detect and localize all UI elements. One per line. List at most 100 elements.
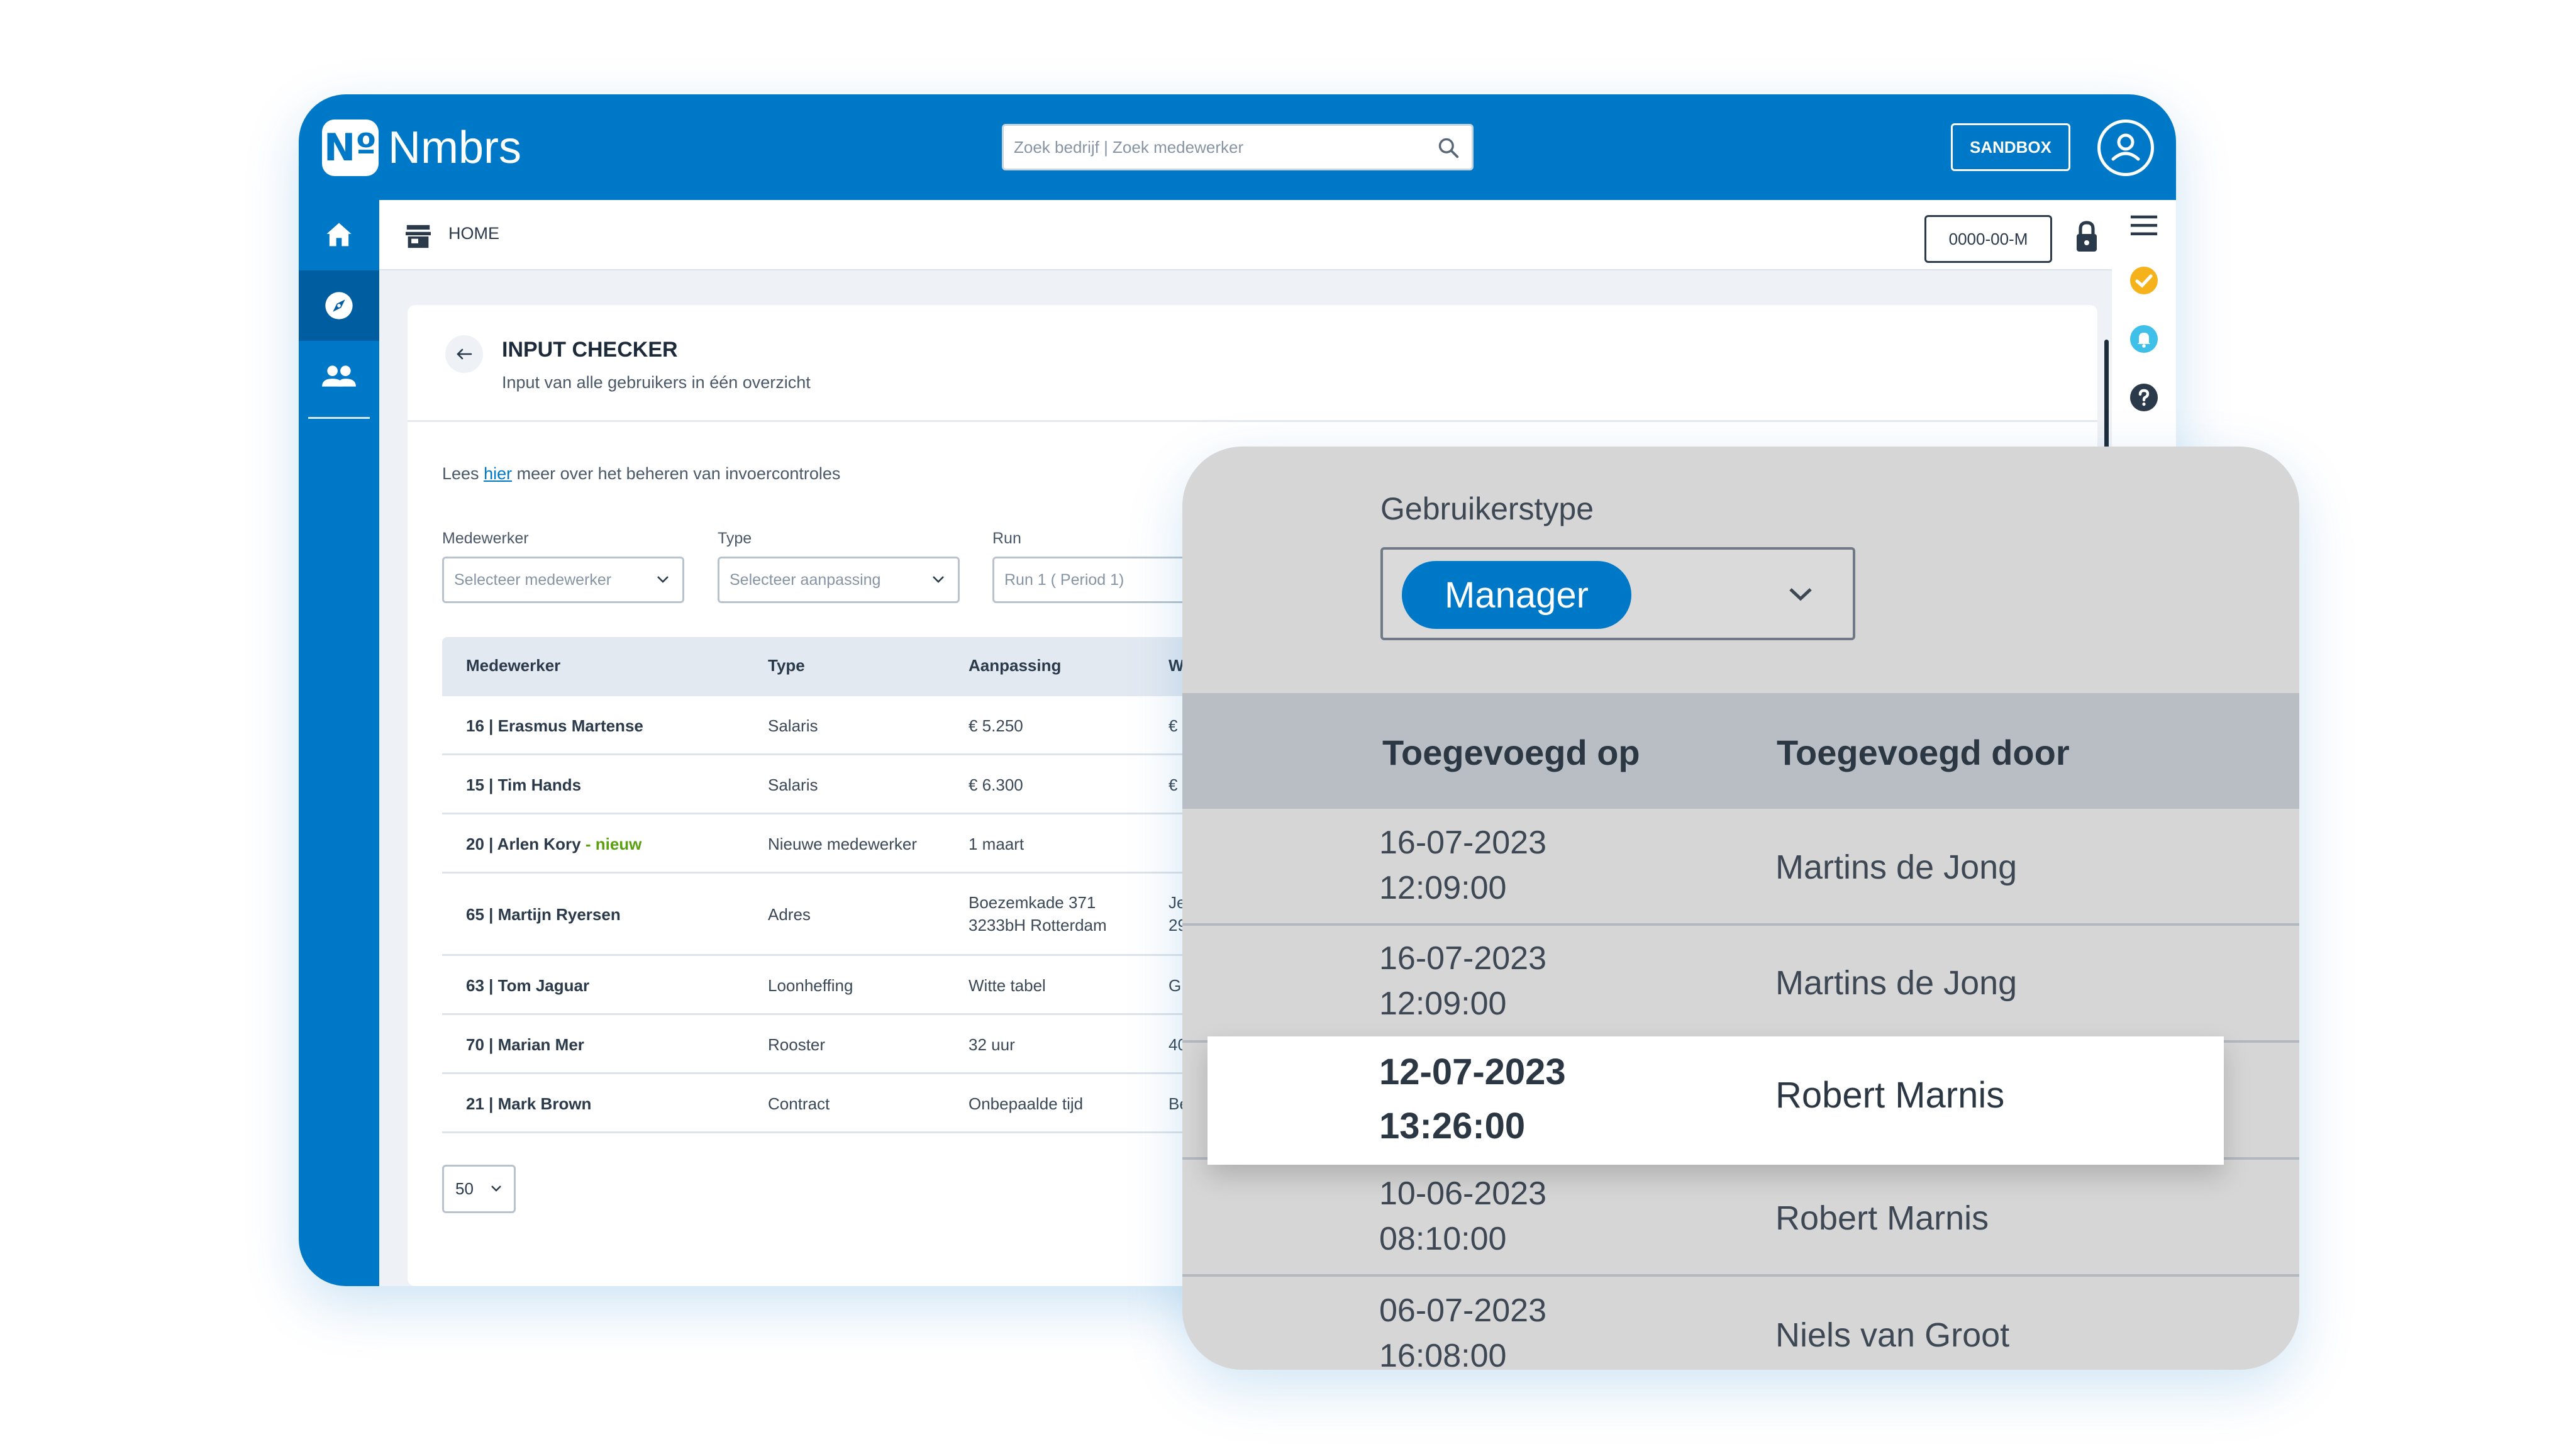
search-input[interactable] — [1014, 126, 1423, 169]
history-added-by: Niels van Groot — [1775, 1316, 2010, 1354]
arrow-left-icon — [457, 348, 472, 360]
cell-employee: 70 | Marian Mer — [466, 1035, 584, 1054]
history-time: 16:08:00 — [1379, 1338, 1507, 1370]
menu-icon[interactable] — [2129, 213, 2158, 238]
highlighted-date: 12-07-2023 — [1379, 1052, 1566, 1092]
cell-type: Contract — [768, 1094, 830, 1113]
nmbrs-logo-mark: Nº — [322, 119, 379, 176]
store-icon[interactable] — [404, 224, 432, 249]
info-suffix: meer over het beheren van invoercontrole… — [512, 464, 841, 483]
back-button[interactable] — [445, 335, 483, 373]
user-type-label: Gebruikerstype — [1380, 491, 1594, 526]
cell-type: Salaris — [768, 775, 818, 794]
column-header-added-on[interactable]: Toegevoegd op — [1382, 732, 1640, 773]
cell-employee: 21 | Mark Brown — [466, 1094, 592, 1113]
page-title: INPUT CHECKER — [502, 338, 678, 362]
page-subtitle: Input van alle gebruikers in één overzic… — [502, 373, 811, 392]
employee-filter-value: Selecteer medewerker — [454, 570, 612, 589]
history-row[interactable]: 16-07-2023 12:09:00 Martins de Jong — [1182, 926, 2299, 1043]
cell-change-line2: 3233bH Rotterdam — [969, 916, 1107, 935]
chevron-down-icon — [491, 1185, 501, 1192]
chevron-down-icon — [1789, 588, 1812, 601]
history-added-by: Martins de Jong — [1775, 848, 2018, 886]
lock-icon[interactable] — [2074, 220, 2099, 253]
sandbox-button[interactable]: SANDBOX — [1951, 123, 2070, 171]
chevron-down-icon — [933, 576, 944, 583]
period-selector[interactable]: 0000-00-M — [1924, 215, 2052, 263]
help-icon[interactable] — [2129, 382, 2159, 413]
run-filter-value: Run 1 ( Period 1) — [1004, 570, 1124, 589]
cell-employee: 20 | Arlen Kory - nieuw — [466, 833, 641, 855]
cell-change: Boezemkade 371 — [969, 893, 1096, 912]
card-header: INPUT CHECKER Input van alle gebruikers … — [408, 305, 2097, 422]
history-row[interactable]: 06-07-2023 16:08:00 Niels van Groot — [1182, 1277, 2299, 1370]
page-size-value: 50 — [455, 1179, 474, 1198]
nav-divider — [308, 417, 370, 419]
user-type-chip[interactable]: Manager — [1402, 561, 1631, 629]
highlighted-time: 13:26:00 — [1379, 1106, 1526, 1146]
run-filter-label: Run — [992, 530, 1021, 547]
column-header-employee[interactable]: Medewerker — [466, 656, 560, 675]
cell-change: Witte tabel — [969, 976, 1046, 995]
sub-header: HOME 0000-00-M — [379, 200, 2176, 270]
history-date: 06-07-2023 — [1379, 1292, 1546, 1329]
employee-filter-label: Medewerker — [442, 530, 529, 547]
history-time: 08:10:00 — [1379, 1221, 1507, 1257]
type-filter-value: Selecteer aanpassing — [730, 570, 881, 589]
compass-icon — [325, 292, 353, 319]
history-row[interactable]: 10-06-2023 08:10:00 Robert Marnis — [1182, 1160, 2299, 1277]
check-circle-icon[interactable] — [2129, 265, 2159, 296]
cell-change: 1 maart — [969, 835, 1024, 853]
info-text: Lees hier meer over het beheren van invo… — [442, 464, 840, 484]
column-header-type[interactable]: Type — [768, 656, 805, 675]
column-header-change[interactable]: Aanpassing — [969, 656, 1061, 675]
cell-change: 32 uur — [969, 1035, 1015, 1054]
nmbrs-logo-text: Nmbrs — [388, 123, 521, 173]
nav-home[interactable] — [299, 200, 379, 270]
history-row[interactable]: 16-07-2023 12:09:00 Martins de Jong — [1182, 809, 2299, 926]
history-table-header: Toegevoegd op Toegevoegd door — [1182, 693, 2299, 809]
breadcrumb-home[interactable]: HOME — [448, 224, 499, 243]
cell-type: Nieuwe medewerker — [768, 835, 917, 853]
nav-explore[interactable] — [299, 270, 379, 341]
side-nav — [299, 200, 379, 1286]
cell-change: € 6.300 — [969, 775, 1023, 794]
top-bar: Nº Nmbrs SANDBOX — [299, 94, 2176, 200]
cell-employee: 65 | Martijn Ryersen — [466, 905, 621, 924]
nav-employees[interactable] — [299, 341, 379, 411]
account-button[interactable] — [2097, 119, 2154, 176]
page-size-select[interactable]: 50 — [442, 1165, 516, 1213]
history-date: 16-07-2023 — [1379, 940, 1546, 977]
new-badge: - nieuw — [580, 835, 642, 853]
info-link[interactable]: hier — [484, 464, 512, 483]
column-header-added-by[interactable]: Toegevoegd door — [1777, 732, 2070, 773]
search-icon[interactable] — [1436, 136, 1460, 160]
history-added-by: Robert Marnis — [1775, 1199, 1989, 1237]
cell-change: Onbepaalde tijd — [969, 1094, 1084, 1113]
home-icon — [326, 223, 352, 247]
history-time: 12:09:00 — [1379, 985, 1507, 1022]
info-prefix: Lees — [442, 464, 484, 483]
history-date: 16-07-2023 — [1379, 824, 1546, 861]
cell-type: Salaris — [768, 716, 818, 735]
type-filter-select[interactable]: Selecteer aanpassing — [718, 557, 960, 603]
cell-type: Loonheffing — [768, 976, 853, 995]
type-filter-label: Type — [718, 530, 752, 547]
history-time: 12:09:00 — [1379, 870, 1507, 906]
cell-type: Adres — [768, 905, 811, 924]
user-icon — [2111, 133, 2140, 161]
history-added-by: Martins de Jong — [1775, 964, 2018, 1002]
people-icon — [322, 365, 356, 387]
history-date: 12-07-2023 13:26:00 — [1379, 1045, 1566, 1153]
chevron-down-icon — [657, 576, 669, 583]
cell-change: € 5.250 — [969, 716, 1023, 735]
employee-filter-select[interactable]: Selecteer medewerker — [442, 557, 684, 603]
history-date: 10-06-2023 — [1379, 1175, 1546, 1212]
cell-employee: 16 | Erasmus Martense — [466, 716, 643, 735]
user-type-select[interactable]: Manager — [1380, 547, 1855, 640]
employee-name: 20 | Arlen Kory — [466, 835, 581, 853]
bell-icon[interactable] — [2129, 324, 2159, 354]
history-added-by: Robert Marnis — [1775, 1075, 2005, 1116]
highlighted-history-row[interactable]: 12-07-2023 13:26:00 Robert Marnis — [1208, 1036, 2224, 1165]
search-box[interactable] — [1002, 124, 1474, 170]
